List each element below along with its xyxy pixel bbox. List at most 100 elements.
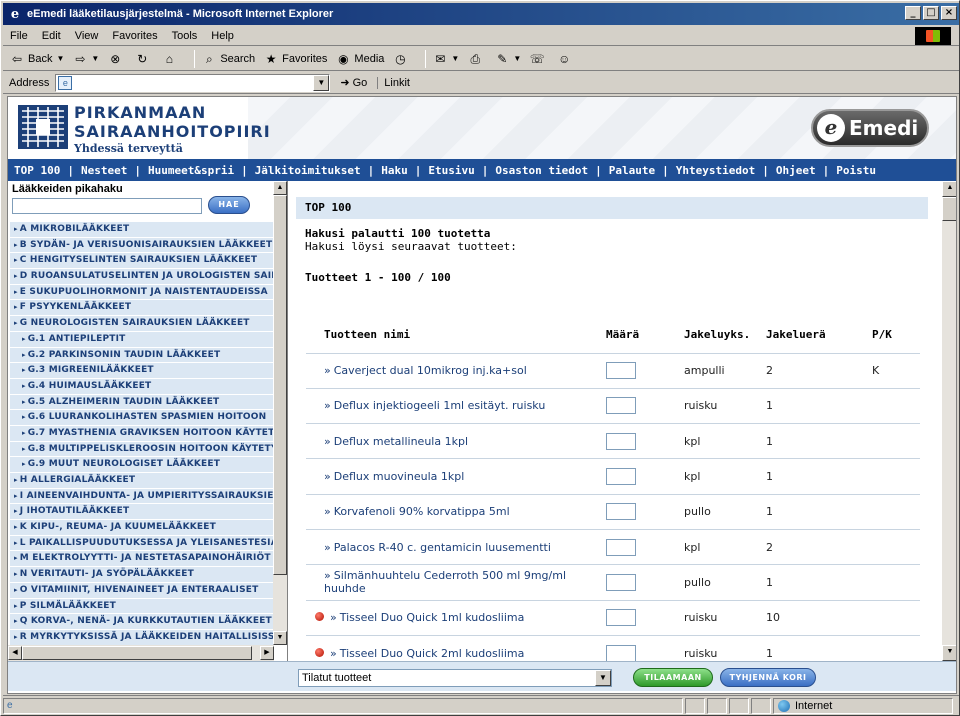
- category-item[interactable]: ▸ G.6 LUURANKOLIHASTEN SPASMIEN HOITOON: [10, 410, 274, 426]
- quantity-input[interactable]: [606, 503, 636, 521]
- category-item[interactable]: ▸ H ALLERGIALÄÄKKEET: [10, 473, 274, 489]
- menu-favorites[interactable]: Favorites: [105, 30, 164, 42]
- quantity-input[interactable]: [606, 573, 636, 591]
- messenger-button[interactable]: ☺: [556, 51, 575, 67]
- product-link[interactable]: Deflux metallineula 1kpl: [334, 435, 468, 448]
- history-button[interactable]: ◷: [392, 51, 411, 67]
- category-item[interactable]: ▸ E SUKUPUOLIHORMONIT JA NAISTENTAUDEISSA: [10, 284, 274, 301]
- category-item[interactable]: ▸ D RUOANSULATUSELINTEN JA UROLOGISTEN SA…: [10, 269, 274, 285]
- content-vscrollbar[interactable]: ▲ ▼: [942, 181, 956, 661]
- product-link[interactable]: Silmänhuuhtelu Cederroth 500 ml 9mg/ml h…: [324, 569, 566, 595]
- product-link[interactable]: Tisseel Duo Quick 2ml kudosliima: [340, 647, 525, 660]
- category-item[interactable]: ▸ G.4 HUIMAUSLÄÄKKEET: [10, 378, 274, 395]
- category-item[interactable]: ▸ L PAIKALLISPUUDUTUKSESSA JA YLEISANESTE…: [10, 535, 274, 552]
- category-item[interactable]: ▸ G.5 ALZHEIMERIN TAUDIN LÄÄKKEET: [10, 394, 274, 411]
- mail-button[interactable]: ✉ ▼: [432, 51, 459, 67]
- category-item[interactable]: ▸ A MIKROBILÄÄKKEET: [10, 222, 274, 238]
- category-item[interactable]: ▸ N VERITAUTI- JA SYÖPÄLÄÄKKEET: [10, 567, 274, 583]
- quantity-input[interactable]: [606, 609, 636, 627]
- product-link[interactable]: Deflux injektiogeeli 1ml esitäyt. ruisku: [334, 399, 546, 412]
- go-button[interactable]: ➜ Go: [340, 76, 367, 90]
- nav-item-6[interactable]: Osaston tiedot: [495, 164, 588, 177]
- media-button[interactable]: ◉ Media: [335, 51, 384, 67]
- quicksearch-input[interactable]: [12, 198, 202, 214]
- nav-item-1[interactable]: Nesteet: [81, 164, 127, 177]
- refresh-button[interactable]: ↻: [134, 51, 153, 67]
- category-item[interactable]: ▸ J IHOTAUTILÄÄKKEET: [10, 504, 274, 521]
- nav-item-2[interactable]: Huumeet&sprii: [148, 164, 234, 177]
- category-item[interactable]: ▸ C HENGITYSELINTEN SAIRAUKSIEN LÄÄKKEET: [10, 253, 274, 270]
- cart-view-select[interactable]: Tilatut tuotteet ▼: [298, 669, 612, 687]
- category-item[interactable]: ▸ M ELEKTROLYYTTI- JA NESTETASAPAINOHÄIRI…: [10, 551, 274, 568]
- category-item[interactable]: ▸ B SYDÄN- JA VERISUONISAIRAUKSIEN LÄÄKKE…: [10, 237, 274, 254]
- scroll-down-icon[interactable]: ▼: [942, 645, 956, 661]
- scroll-right-icon[interactable]: ▶: [260, 646, 274, 660]
- nav-item-7[interactable]: Palaute: [609, 164, 655, 177]
- category-item[interactable]: ▸ G.7 MYASTHENIA GRAVIKSEN HOITOON KÄYTET…: [10, 425, 274, 442]
- nav-item-3[interactable]: Jälkitoimitukset: [255, 164, 361, 177]
- close-button[interactable]: ×: [941, 6, 957, 20]
- product-link[interactable]: Korvafenoli 90% korvatippa 5ml: [334, 505, 510, 518]
- scroll-down-icon[interactable]: ▼: [273, 631, 287, 645]
- hscroll-thumb[interactable]: [22, 646, 252, 660]
- address-input[interactable]: e ▼: [55, 73, 331, 92]
- nav-item-8[interactable]: Yhteystiedot: [676, 164, 755, 177]
- nav-item-0[interactable]: TOP 100: [14, 164, 60, 177]
- nav-item-5[interactable]: Etusivu: [428, 164, 474, 177]
- quantity-input[interactable]: [606, 538, 636, 556]
- menu-help[interactable]: Help: [204, 30, 241, 42]
- category-hscrollbar[interactable]: ◀ ▶: [8, 645, 274, 661]
- quantity-input[interactable]: [606, 644, 636, 661]
- quantity-input[interactable]: [606, 362, 636, 380]
- category-item[interactable]: ▸ Q KORVA-, NENÄ- JA KURKKUTAUTIEN LÄÄKKE…: [10, 614, 274, 630]
- scroll-thumb[interactable]: [273, 195, 287, 575]
- category-item[interactable]: ▸ K KIPU-, REUMA- JA KUUMELÄÄKKEET: [10, 520, 274, 536]
- stop-button[interactable]: ⊗: [107, 51, 126, 67]
- nav-item-9[interactable]: Ohjeet: [776, 164, 816, 177]
- nav-item-4[interactable]: Haku: [381, 164, 408, 177]
- category-item[interactable]: ▸ G.9 MUUT NEUROLOGISET LÄÄKKEET: [10, 457, 274, 473]
- category-item[interactable]: ▸ F PSYYKENLÄÄKKEET: [10, 300, 274, 317]
- menu-view[interactable]: View: [68, 30, 106, 42]
- quicksearch-button[interactable]: HAE: [208, 196, 250, 214]
- nav-item-10[interactable]: Poistu: [836, 164, 876, 177]
- discuss-button[interactable]: ☏: [529, 51, 548, 67]
- order-button[interactable]: TILAAMAAN: [633, 668, 713, 687]
- scroll-up-icon[interactable]: ▲: [273, 181, 287, 195]
- edit-button[interactable]: ✎ ▼: [494, 51, 521, 67]
- category-item[interactable]: ▸ G.1 ANTIEPILEPTIT: [10, 331, 274, 348]
- category-item[interactable]: ▸ P SILMÄLÄÄKKEET: [10, 598, 274, 615]
- back-button[interactable]: ⇦ Back ▼: [9, 51, 64, 67]
- menu-edit[interactable]: Edit: [35, 30, 68, 42]
- product-link[interactable]: Caverject dual 10mikrog inj.ka+sol: [334, 364, 527, 377]
- category-item[interactable]: ▸ G.3 MIGREENILÄÄKKEET: [10, 363, 274, 379]
- scroll-up-icon[interactable]: ▲: [942, 181, 956, 197]
- chevron-down-icon[interactable]: ▼: [595, 670, 611, 686]
- quantity-input[interactable]: [606, 468, 636, 486]
- menu-file[interactable]: File: [3, 30, 35, 42]
- category-item[interactable]: ▸ R MYRKYTYKSISSÄ JA LÄÄKKEIDEN HAITALLIS…: [10, 629, 274, 646]
- minimize-button[interactable]: _: [905, 6, 921, 20]
- category-item[interactable]: ▸ I AINEENVAIHDUNTA- JA UMPIERITYSSAIRAUK…: [10, 488, 274, 505]
- empty-cart-button[interactable]: TYHJENNÄ KORI: [720, 668, 816, 687]
- address-dropdown-icon[interactable]: ▼: [313, 74, 330, 91]
- quantity-input[interactable]: [606, 432, 636, 450]
- product-link[interactable]: Deflux muovineula 1kpl: [334, 470, 465, 483]
- category-item[interactable]: ▸ O VITAMIINIT, HIVENAINEET JA ENTERAALIS…: [10, 582, 274, 599]
- search-button[interactable]: ⌕ Search: [201, 51, 255, 67]
- print-button[interactable]: ⎙: [467, 51, 486, 67]
- favorites-button[interactable]: ★ Favorites: [263, 51, 328, 67]
- scroll-thumb[interactable]: [942, 197, 956, 221]
- product-link[interactable]: Palacos R-40 c. gentamicin luusementti: [334, 541, 551, 554]
- home-button[interactable]: ⌂: [161, 51, 180, 67]
- forward-button[interactable]: ⇨ ▼: [72, 51, 99, 67]
- category-vscrollbar[interactable]: ▲ ▼: [273, 181, 287, 645]
- category-item[interactable]: ▸ G.2 PARKINSONIN TAUDIN LÄÄKKEET: [10, 347, 274, 364]
- category-item[interactable]: ▸ G NEUROLOGISTEN SAIRAUKSIEN LÄÄKKEET: [10, 316, 274, 332]
- quantity-input[interactable]: [606, 397, 636, 415]
- links-button[interactable]: Linkit: [377, 76, 410, 89]
- category-item[interactable]: ▸ G.8 MULTIPPELISKLEROOSIN HOITOON KÄYTET…: [10, 441, 274, 458]
- maximize-button[interactable]: □: [923, 6, 939, 20]
- scroll-left-icon[interactable]: ◀: [8, 646, 22, 660]
- menu-tools[interactable]: Tools: [165, 30, 205, 42]
